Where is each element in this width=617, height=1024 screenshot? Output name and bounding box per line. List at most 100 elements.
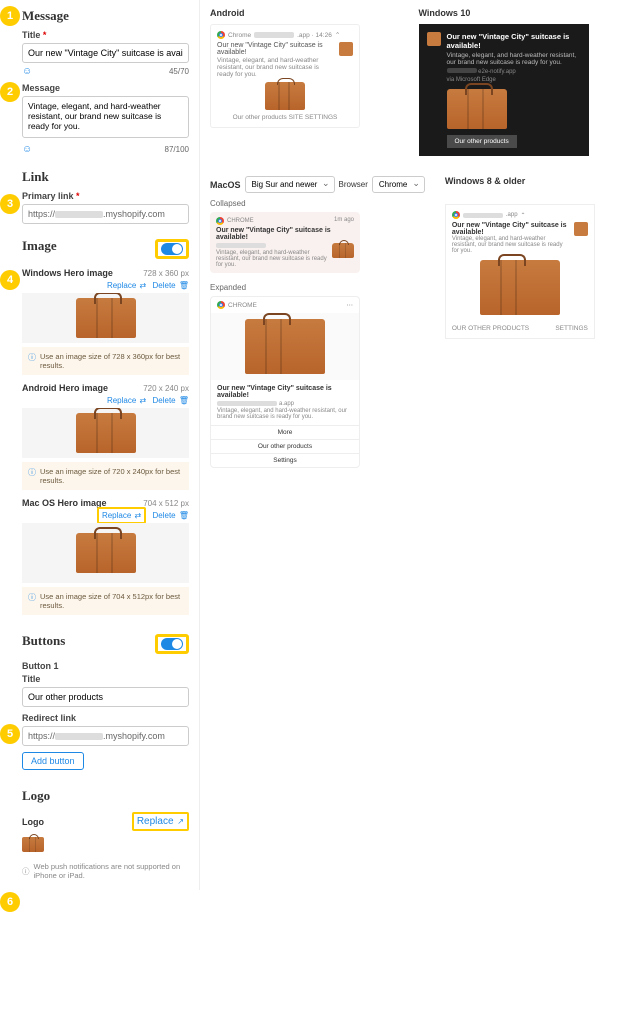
macos-hero-hint: ⓘUse an image size of 704 x 512px for be… bbox=[22, 587, 189, 615]
macos-hero-label: Mac OS Hero image bbox=[22, 498, 107, 508]
win10-preview-card: Our new "Vintage City" suitcase is avail… bbox=[419, 24, 589, 156]
message-label: Message bbox=[22, 83, 189, 93]
blurred-text bbox=[217, 401, 277, 406]
notification-app-icon bbox=[427, 32, 441, 46]
collapsed-label: Collapsed bbox=[210, 199, 425, 208]
windows-delete-link[interactable]: Delete 🗑 bbox=[152, 281, 189, 290]
macos-browser-select[interactable]: Chrome bbox=[372, 176, 425, 193]
footer-note: ⓘ Web push notifications are not support… bbox=[22, 862, 189, 880]
image-toggle-highlight bbox=[155, 239, 189, 259]
emoji-icon[interactable]: ☺ bbox=[22, 144, 32, 155]
replace-icon: ⇄ bbox=[140, 281, 147, 290]
image-toggle[interactable] bbox=[161, 243, 183, 255]
replace-icon: ⇄ bbox=[135, 511, 142, 520]
title-counter: 45/70 bbox=[169, 67, 189, 76]
blurred-domain bbox=[55, 211, 103, 218]
hero-image bbox=[447, 89, 507, 129]
info-icon: ⓘ bbox=[28, 352, 36, 370]
macos-collapsed-card: CHROME 1m ago Our new "Vintage City" sui… bbox=[210, 212, 360, 273]
chrome-icon bbox=[216, 217, 224, 225]
step-badge-5: 5 bbox=[0, 724, 20, 744]
more-icon: ⋯ bbox=[347, 301, 354, 309]
step-badge-2: 2 bbox=[0, 82, 20, 102]
trash-icon: 🗑 bbox=[179, 281, 189, 290]
primary-link-input[interactable]: https:// .myshopify.com bbox=[22, 204, 189, 224]
android-preview-label: Android bbox=[210, 8, 399, 18]
logo-preview bbox=[22, 837, 189, 852]
hero-image bbox=[480, 260, 560, 315]
step-badge-6: 6 bbox=[0, 892, 20, 912]
win8-preview-label: Windows 8 & older bbox=[445, 176, 607, 186]
hero-image bbox=[245, 319, 325, 374]
button-title-input[interactable] bbox=[22, 687, 189, 707]
add-button[interactable]: Add button bbox=[22, 752, 84, 770]
android-hero-label: Android Hero image bbox=[22, 383, 108, 393]
image-section-title: Image bbox=[22, 238, 57, 254]
macos-hero-dim: 704 x 512 px bbox=[143, 499, 189, 508]
title-input[interactable] bbox=[22, 43, 189, 63]
macos-delete-link[interactable]: Delete 🗑 bbox=[152, 511, 189, 520]
info-icon: ⓘ bbox=[28, 592, 36, 610]
blurred-text bbox=[447, 68, 477, 73]
expanded-label: Expanded bbox=[210, 283, 425, 292]
windows-hero-preview bbox=[22, 293, 189, 343]
chrome-icon bbox=[217, 301, 225, 309]
blurred-domain bbox=[55, 733, 103, 740]
blurred-text bbox=[216, 243, 266, 248]
message-section-title: Message bbox=[22, 8, 189, 24]
message-counter: 87/100 bbox=[165, 145, 189, 154]
chevron-up-icon: ⌃ bbox=[335, 31, 340, 39]
win8-preview-card: .app ⌃ Our new "Vintage City" suitcase i… bbox=[445, 204, 595, 339]
windows-hero-hint: ⓘUse an image size of 728 x 360px for be… bbox=[22, 347, 189, 375]
buttons-toggle-highlight bbox=[155, 634, 189, 654]
message-textarea[interactable]: Vintage, elegant, and hard-weather resis… bbox=[22, 96, 189, 138]
logo-replace-link[interactable]: Replace ↗ bbox=[132, 812, 189, 831]
windows-replace-link[interactable]: Replace ⇄ bbox=[107, 281, 146, 290]
step-badge-1: 1 bbox=[0, 6, 20, 26]
buttons-section-title: Buttons bbox=[22, 633, 65, 649]
redirect-link-input[interactable]: https:// .myshopify.com bbox=[22, 726, 189, 746]
hero-image bbox=[265, 82, 305, 110]
step-badge-3: 3 bbox=[0, 194, 20, 214]
win10-preview-label: Windows 10 bbox=[419, 8, 608, 18]
title-label: Title bbox=[22, 30, 189, 40]
macos-hero-preview bbox=[22, 523, 189, 583]
external-icon: ↗ bbox=[177, 817, 184, 826]
android-preview-card: Chrome .app · 14:26 ⌃ Our new "Vintage C… bbox=[210, 24, 360, 128]
link-section-title: Link bbox=[22, 169, 189, 185]
chrome-icon bbox=[217, 31, 225, 39]
android-delete-link[interactable]: Delete 🗑 bbox=[152, 396, 189, 405]
macos-replace-link[interactable]: Replace ⇄ bbox=[97, 507, 146, 524]
step-badge-4: 4 bbox=[0, 270, 20, 290]
windows-hero-label: Windows Hero image bbox=[22, 268, 113, 278]
chevron-up-icon: ⌃ bbox=[521, 212, 526, 219]
android-hero-preview bbox=[22, 408, 189, 458]
android-hero-dim: 720 x 240 px bbox=[143, 384, 189, 393]
win10-action-button: Our other products bbox=[447, 135, 517, 148]
macos-os-select[interactable]: Big Sur and newer bbox=[245, 176, 335, 193]
windows-hero-dim: 728 x 360 px bbox=[143, 269, 189, 278]
macos-btn1-action: Our other products bbox=[211, 439, 359, 453]
browser-label: Browser bbox=[339, 180, 368, 189]
notification-app-icon bbox=[574, 222, 588, 236]
trash-icon: 🗑 bbox=[179, 396, 189, 405]
notification-app-icon bbox=[339, 42, 353, 56]
button1-label: Button 1 bbox=[22, 661, 189, 671]
logo-section-title: Logo bbox=[22, 788, 189, 804]
android-replace-link[interactable]: Replace ⇄ bbox=[107, 396, 146, 405]
buttons-toggle[interactable] bbox=[161, 638, 183, 650]
chrome-icon bbox=[452, 211, 460, 219]
android-hero-hint: ⓘUse an image size of 720 x 240px for be… bbox=[22, 462, 189, 490]
redirect-link-label: Redirect link bbox=[22, 713, 189, 723]
trash-icon: 🗑 bbox=[179, 511, 189, 520]
blurred-text bbox=[254, 32, 294, 38]
blurred-text bbox=[463, 213, 503, 218]
replace-icon: ⇄ bbox=[140, 396, 147, 405]
info-icon: ⓘ bbox=[22, 866, 30, 877]
logo-label: Logo bbox=[22, 817, 44, 827]
macos-btn2-action: Settings bbox=[211, 453, 359, 467]
macos-preview-label: MacOS bbox=[210, 180, 241, 190]
macos-expanded-card: CHROME ⋯ Our new "Vintage City" suitcase… bbox=[210, 296, 360, 468]
macos-more-action: More bbox=[211, 425, 359, 439]
emoji-icon[interactable]: ☺ bbox=[22, 66, 32, 77]
